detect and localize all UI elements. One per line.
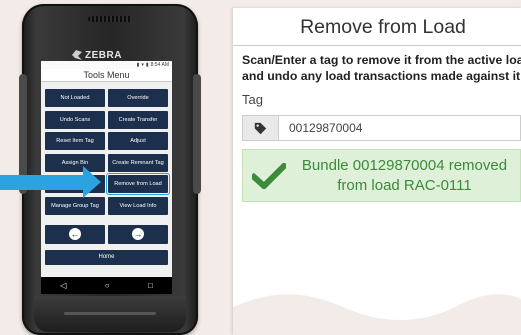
wifi-icon: ▾: [141, 62, 144, 68]
menu-button-not-loaded[interactable]: Not Loaded: [45, 89, 105, 107]
tag-value[interactable]: 00129870004: [279, 116, 362, 140]
screen-title: Tools Menu: [41, 69, 172, 82]
success-alert: Bundle 00129870004 removed from load RAC…: [242, 149, 521, 202]
speaker-grille: [88, 16, 132, 22]
device-bottom-bezel: [34, 296, 186, 332]
status-bar: ▮ ▾ ▮ 8:54 AM: [41, 61, 172, 69]
tag-input[interactable]: 00129870004: [242, 115, 521, 141]
tools-menu-grid: Not Loaded Override Undo Scans Create Tr…: [41, 82, 172, 215]
decorative-wave: [233, 294, 521, 335]
menu-button-override[interactable]: Override: [108, 89, 168, 107]
android-nav-bar: ◁ ○ □: [41, 277, 172, 294]
android-back-icon[interactable]: ◁: [60, 281, 66, 290]
menu-button-create-transfer[interactable]: Create Transfer: [108, 110, 168, 129]
android-home-icon[interactable]: ○: [105, 281, 110, 290]
battery-icon: ▮: [145, 62, 149, 68]
menu-button-manage-group-tag[interactable]: Manage Group Tag: [45, 196, 105, 215]
menu-button-undo-scans[interactable]: Undo Scans: [45, 110, 105, 129]
menu-button-view-load-info[interactable]: View Load Info: [108, 196, 168, 215]
page-title: Remove from Load: [233, 8, 521, 46]
callout-arrow-icon: [83, 166, 101, 198]
brand-name: ZEBRA: [85, 49, 122, 61]
success-message-line-2: from load RAC-0111: [337, 176, 472, 194]
navigation-row: ← →: [41, 215, 172, 244]
device-side-bumper: [193, 74, 201, 194]
status-time: 8:54 AM: [150, 62, 169, 68]
menu-button-create-remnant-tag[interactable]: Create Remnant Tag: [108, 153, 168, 172]
zebra-logo-icon: [72, 50, 82, 60]
tag-field-label: Tag: [242, 92, 263, 107]
signal-icon: ▮: [136, 62, 140, 68]
arrow-left-circle-icon: ←: [69, 228, 81, 240]
home-button[interactable]: Home: [45, 249, 168, 265]
back-button[interactable]: ←: [45, 224, 105, 244]
menu-button-reset-item-tag[interactable]: Reset Item Tag: [45, 132, 105, 150]
forward-button[interactable]: →: [108, 224, 168, 244]
callout-arrow-shaft: [0, 175, 84, 190]
menu-button-remove-from-load[interactable]: Remove from Load: [106, 173, 170, 195]
brand-logo: ZEBRA: [72, 48, 152, 62]
success-message-line-1: Bundle 00129870004 removed: [301, 156, 508, 174]
tag-icon: [254, 122, 267, 134]
instructions: Scan/Enter a tag to remove it from the a…: [233, 46, 521, 84]
menu-button-adjust[interactable]: Adjust: [108, 132, 168, 150]
checkmark-icon: [243, 162, 295, 189]
instructions-line-2: and undo any load transactions made agai…: [242, 69, 521, 83]
instructions-line-1: Scan/Enter a tag to remove it from the a…: [242, 53, 521, 67]
arrow-right-circle-icon: →: [132, 228, 144, 240]
tag-icon-addon: [243, 116, 279, 140]
success-message: Bundle 00129870004 removed from load RAC…: [295, 156, 520, 196]
android-recents-icon[interactable]: □: [148, 281, 153, 290]
